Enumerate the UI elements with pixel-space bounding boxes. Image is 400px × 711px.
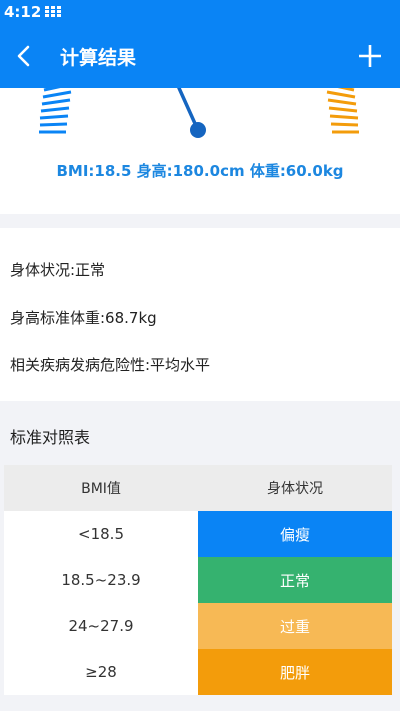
header-bmi: BMI值 [81, 481, 121, 497]
table-title: 标准对照表 [10, 428, 91, 447]
body-state: 身体状况:正常 [10, 261, 106, 279]
status-time: 4:12 [4, 3, 42, 21]
bmi-summary: BMI:18.5 身高:180.0cm 体重:60.0kg [56, 162, 344, 180]
table-row: 18.5~23.9 正常 [4, 557, 392, 603]
gauge-ticks-left [39, 88, 72, 134]
bmi-reference-table: BMI值 身体状况 <18.5 偏瘦 18.5~23.9 正常 24~27.9 … [4, 465, 392, 695]
back-button[interactable] [0, 24, 48, 88]
plus-icon [359, 45, 381, 67]
bmi-range: ≥28 [4, 649, 198, 695]
grid-icon [45, 6, 62, 18]
state-badge: 过重 [198, 603, 392, 649]
back-arrow-icon [17, 45, 30, 67]
table-row: <18.5 偏瘦 [4, 511, 392, 557]
bmi-range: 18.5~23.9 [4, 557, 198, 603]
table-header: BMI值 身体状况 [4, 465, 392, 511]
state-badge: 肥胖 [198, 649, 392, 695]
bmi-gauge: BMI:18.5 身高:180.0cm 体重:60.0kg [0, 88, 400, 214]
disease-risk: 相关疾病发病危险性:平均水平 [10, 356, 211, 374]
status-bar: 4:12 [0, 0, 400, 24]
state-badge: 正常 [198, 557, 392, 603]
bmi-range: 24~27.9 [4, 603, 198, 649]
gauge-dial [39, 88, 359, 138]
standard-weight: 身高标准体重:68.7kg [10, 309, 157, 327]
gauge-ticks-right [326, 88, 359, 134]
state-badge: 偏瘦 [198, 511, 392, 557]
gauge-needle [177, 88, 199, 130]
result-info: 身体状况:正常 身高标准体重:68.7kg 相关疾病发病危险性:平均水平 [0, 228, 400, 401]
bmi-range: <18.5 [4, 511, 198, 557]
table-row: 24~27.9 过重 [4, 603, 392, 649]
header-state: 身体状况 [267, 481, 323, 497]
page-title: 计算结果 [60, 46, 137, 69]
add-button[interactable] [352, 38, 388, 74]
table-row: ≥28 肥胖 [4, 649, 392, 695]
app-bar: 计算结果 [0, 24, 400, 88]
